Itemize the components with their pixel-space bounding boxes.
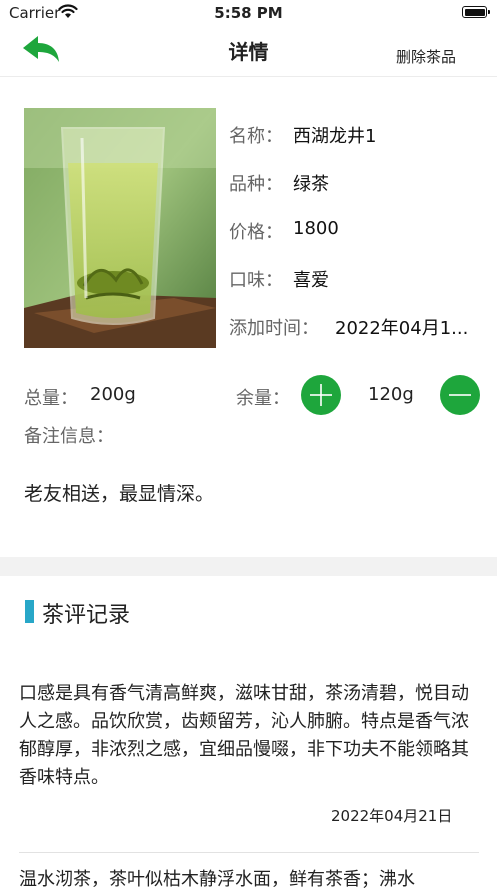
info-row-price: 价格： 1800 — [229, 218, 339, 244]
review-text: 口感是具有香气清高鲜爽，滋味甘甜，茶汤清碧，悦目动人之感。品饮欣赏，齿颊留芳，沁… — [19, 683, 469, 788]
variety-value: 绿茶 — [293, 174, 329, 195]
price-label: 价格： — [229, 222, 283, 243]
increase-stock-button[interactable] — [301, 375, 341, 415]
reviews-title: 茶评记录 — [42, 603, 131, 628]
decrease-stock-button[interactable] — [440, 375, 480, 415]
nav-bar: 详情 删除茶品 — [0, 26, 497, 77]
notes-text: 老友相送，最显情深。 — [24, 483, 215, 505]
total-value: 200g — [90, 384, 136, 405]
section-marker — [25, 600, 34, 623]
section-separator — [0, 557, 497, 576]
name-value: 西湖龙井1 — [293, 126, 377, 147]
battery-icon — [462, 6, 487, 18]
price-value: 1800 — [293, 218, 339, 239]
variety-label: 品种： — [229, 174, 283, 195]
taste-label: 口味： — [229, 270, 283, 291]
total-label: 总量： — [24, 388, 78, 409]
added-value: 2022年04月1... — [335, 318, 469, 339]
tea-photo — [24, 108, 216, 348]
added-label: 添加时间： — [229, 318, 319, 339]
review-text: 温水沏茶，茶叶似枯木静浮水面，鲜有茶香；沸水 — [19, 869, 415, 890]
status-time: 5:58 PM — [214, 4, 283, 22]
name-label: 名称： — [229, 126, 283, 147]
battery-tip — [488, 10, 490, 14]
info-row-name: 名称： 西湖龙井1 — [229, 122, 376, 148]
delete-tea-button[interactable]: 删除茶品 — [396, 46, 456, 67]
remaining-label: 余量： — [236, 388, 290, 409]
info-row-variety: 品种： 绿茶 — [229, 170, 329, 196]
status-bar: Carrier 5:58 PM — [0, 0, 497, 26]
taste-value: 喜爱 — [293, 270, 329, 291]
remaining-value: 120g — [368, 384, 414, 405]
review-date: 2022年04月21日 — [331, 807, 453, 825]
info-row-taste: 口味： 喜爱 — [229, 266, 329, 292]
review-divider — [19, 852, 479, 853]
info-row-added: 添加时间： 2022年04月1... — [229, 314, 468, 340]
notes-label: 备注信息： — [24, 426, 114, 447]
